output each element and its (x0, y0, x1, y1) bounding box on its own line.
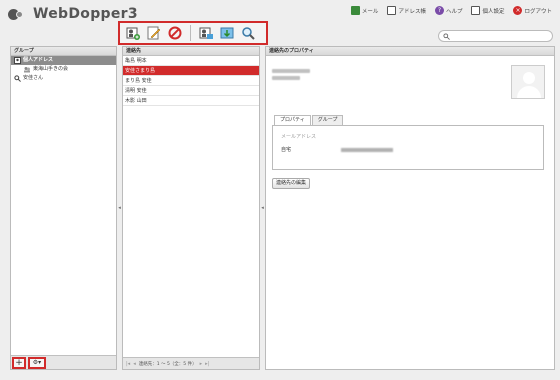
addressbook-icon (387, 6, 397, 15)
group-panel-footer: + ⚙▾ (11, 355, 116, 369)
contact-pager: |◂ ◂ 連絡先：1 〜 5（全：5 件） ▸ ▸| (123, 357, 259, 369)
search-icon (14, 75, 21, 82)
nav-logout[interactable]: × ログアウト (513, 6, 552, 15)
group-item-label: 安佳さん (23, 75, 44, 81)
nav-addressbook-label: アドレス帳 (398, 8, 426, 15)
group-item-saved-search[interactable]: 安佳さん (11, 74, 116, 83)
delete-contact-button[interactable] (166, 24, 184, 42)
help-icon: ? (434, 6, 444, 15)
add-group-button[interactable]: + (12, 356, 26, 369)
group-icon (24, 67, 30, 73)
group-item-personal[interactable]: 個人アドレス (11, 56, 116, 65)
search-input[interactable] (438, 30, 553, 42)
add-contact-icon (126, 27, 140, 40)
contact-list-header: 連絡先 (123, 47, 259, 56)
import-button[interactable] (197, 24, 215, 42)
addressbook-icon (14, 57, 21, 64)
group-item-label: 東海山手きの会 (33, 66, 69, 72)
home-email-value-redacted[interactable] (341, 148, 393, 152)
contact-list-panel: 連絡先 亀島 明本 安佳さまり島 まり島 安佳 清明 安佳 木影 山田 |◂ ◂… (122, 46, 260, 370)
contact-row[interactable]: 清明 安佳 (123, 86, 259, 96)
edit-icon (147, 26, 161, 40)
first-page-icon[interactable]: |◂ (126, 361, 130, 367)
delete-icon (168, 26, 182, 40)
nav-settings[interactable]: 個人設定 (471, 6, 504, 15)
contact-row[interactable]: 亀島 明本 (123, 56, 259, 66)
search-field-icon (443, 32, 450, 40)
group-item-label: 個人アドレス (23, 57, 54, 63)
contact-row-selected[interactable]: 安佳さまり島 (123, 66, 259, 76)
collapse-arrow-icon: ◂ (261, 205, 264, 211)
contact-toolbar (118, 21, 268, 45)
properties-header: 連絡先のプロパティ (266, 47, 554, 56)
contact-name-redacted (272, 69, 310, 83)
nav-help[interactable]: ? ヘルプ (434, 6, 463, 15)
export-button[interactable] (218, 24, 236, 42)
nav-settings-label: 個人設定 (482, 8, 505, 15)
edit-contact-button[interactable] (145, 24, 163, 42)
contact-row[interactable]: まり島 安佳 (123, 76, 259, 86)
avatar (511, 65, 545, 99)
nav-mail-label: メール (361, 8, 379, 15)
add-contact-button[interactable] (124, 24, 142, 42)
email-section-label: メールアドレス (281, 134, 317, 140)
contact-properties-panel: 連絡先のプロパティ プロパティ グループ メールアドレス 自宅 連絡先の編集 (265, 46, 555, 370)
export-icon (220, 27, 234, 39)
properties-tab-body: メールアドレス 自宅 (272, 125, 544, 170)
logo-text: WebDopper3 (33, 6, 138, 22)
last-page-icon[interactable]: ▸| (205, 361, 209, 367)
nav-mail[interactable]: メール (350, 6, 379, 15)
group-options-button[interactable]: ⚙▾ (28, 356, 46, 369)
top-navigation: メール アドレス帳 ? ヘルプ 個人設定 × ログアウト (350, 6, 552, 15)
home-email-label: 自宅 (281, 147, 292, 153)
settings-icon (471, 6, 481, 15)
next-page-icon[interactable]: ▸ (200, 361, 203, 367)
group-item-subgroup[interactable]: 東海山手きの会 (11, 65, 116, 74)
prev-page-icon[interactable]: ◂ (133, 361, 136, 367)
app-logo: WebDopper3 (8, 6, 138, 22)
nav-help-label: ヘルプ (445, 8, 463, 15)
toolbar-separator (190, 25, 191, 41)
nav-addressbook[interactable]: アドレス帳 (387, 6, 426, 15)
logout-icon: × (513, 6, 523, 15)
gear-icon: ⚙▾ (32, 358, 42, 366)
logo-mark-icon (8, 8, 30, 20)
mail-icon (350, 6, 360, 15)
nav-logout-label: ログアウト (524, 8, 552, 15)
collapse-arrow-icon: ◂ (118, 205, 121, 211)
import-icon (199, 27, 213, 39)
contact-row[interactable]: 木影 山田 (123, 96, 259, 106)
pager-text: 連絡先：1 〜 5（全：5 件） (138, 361, 197, 367)
edit-contact-button[interactable]: 連絡先の編集 (272, 178, 311, 189)
search-icon (242, 27, 255, 40)
search-contact-button[interactable] (239, 24, 257, 42)
group-panel: グループ 個人アドレス 東海山手きの会 安佳さん + ⚙▾ (10, 46, 117, 370)
group-panel-header: グループ (11, 47, 116, 56)
tab-groups[interactable]: グループ (311, 115, 344, 125)
